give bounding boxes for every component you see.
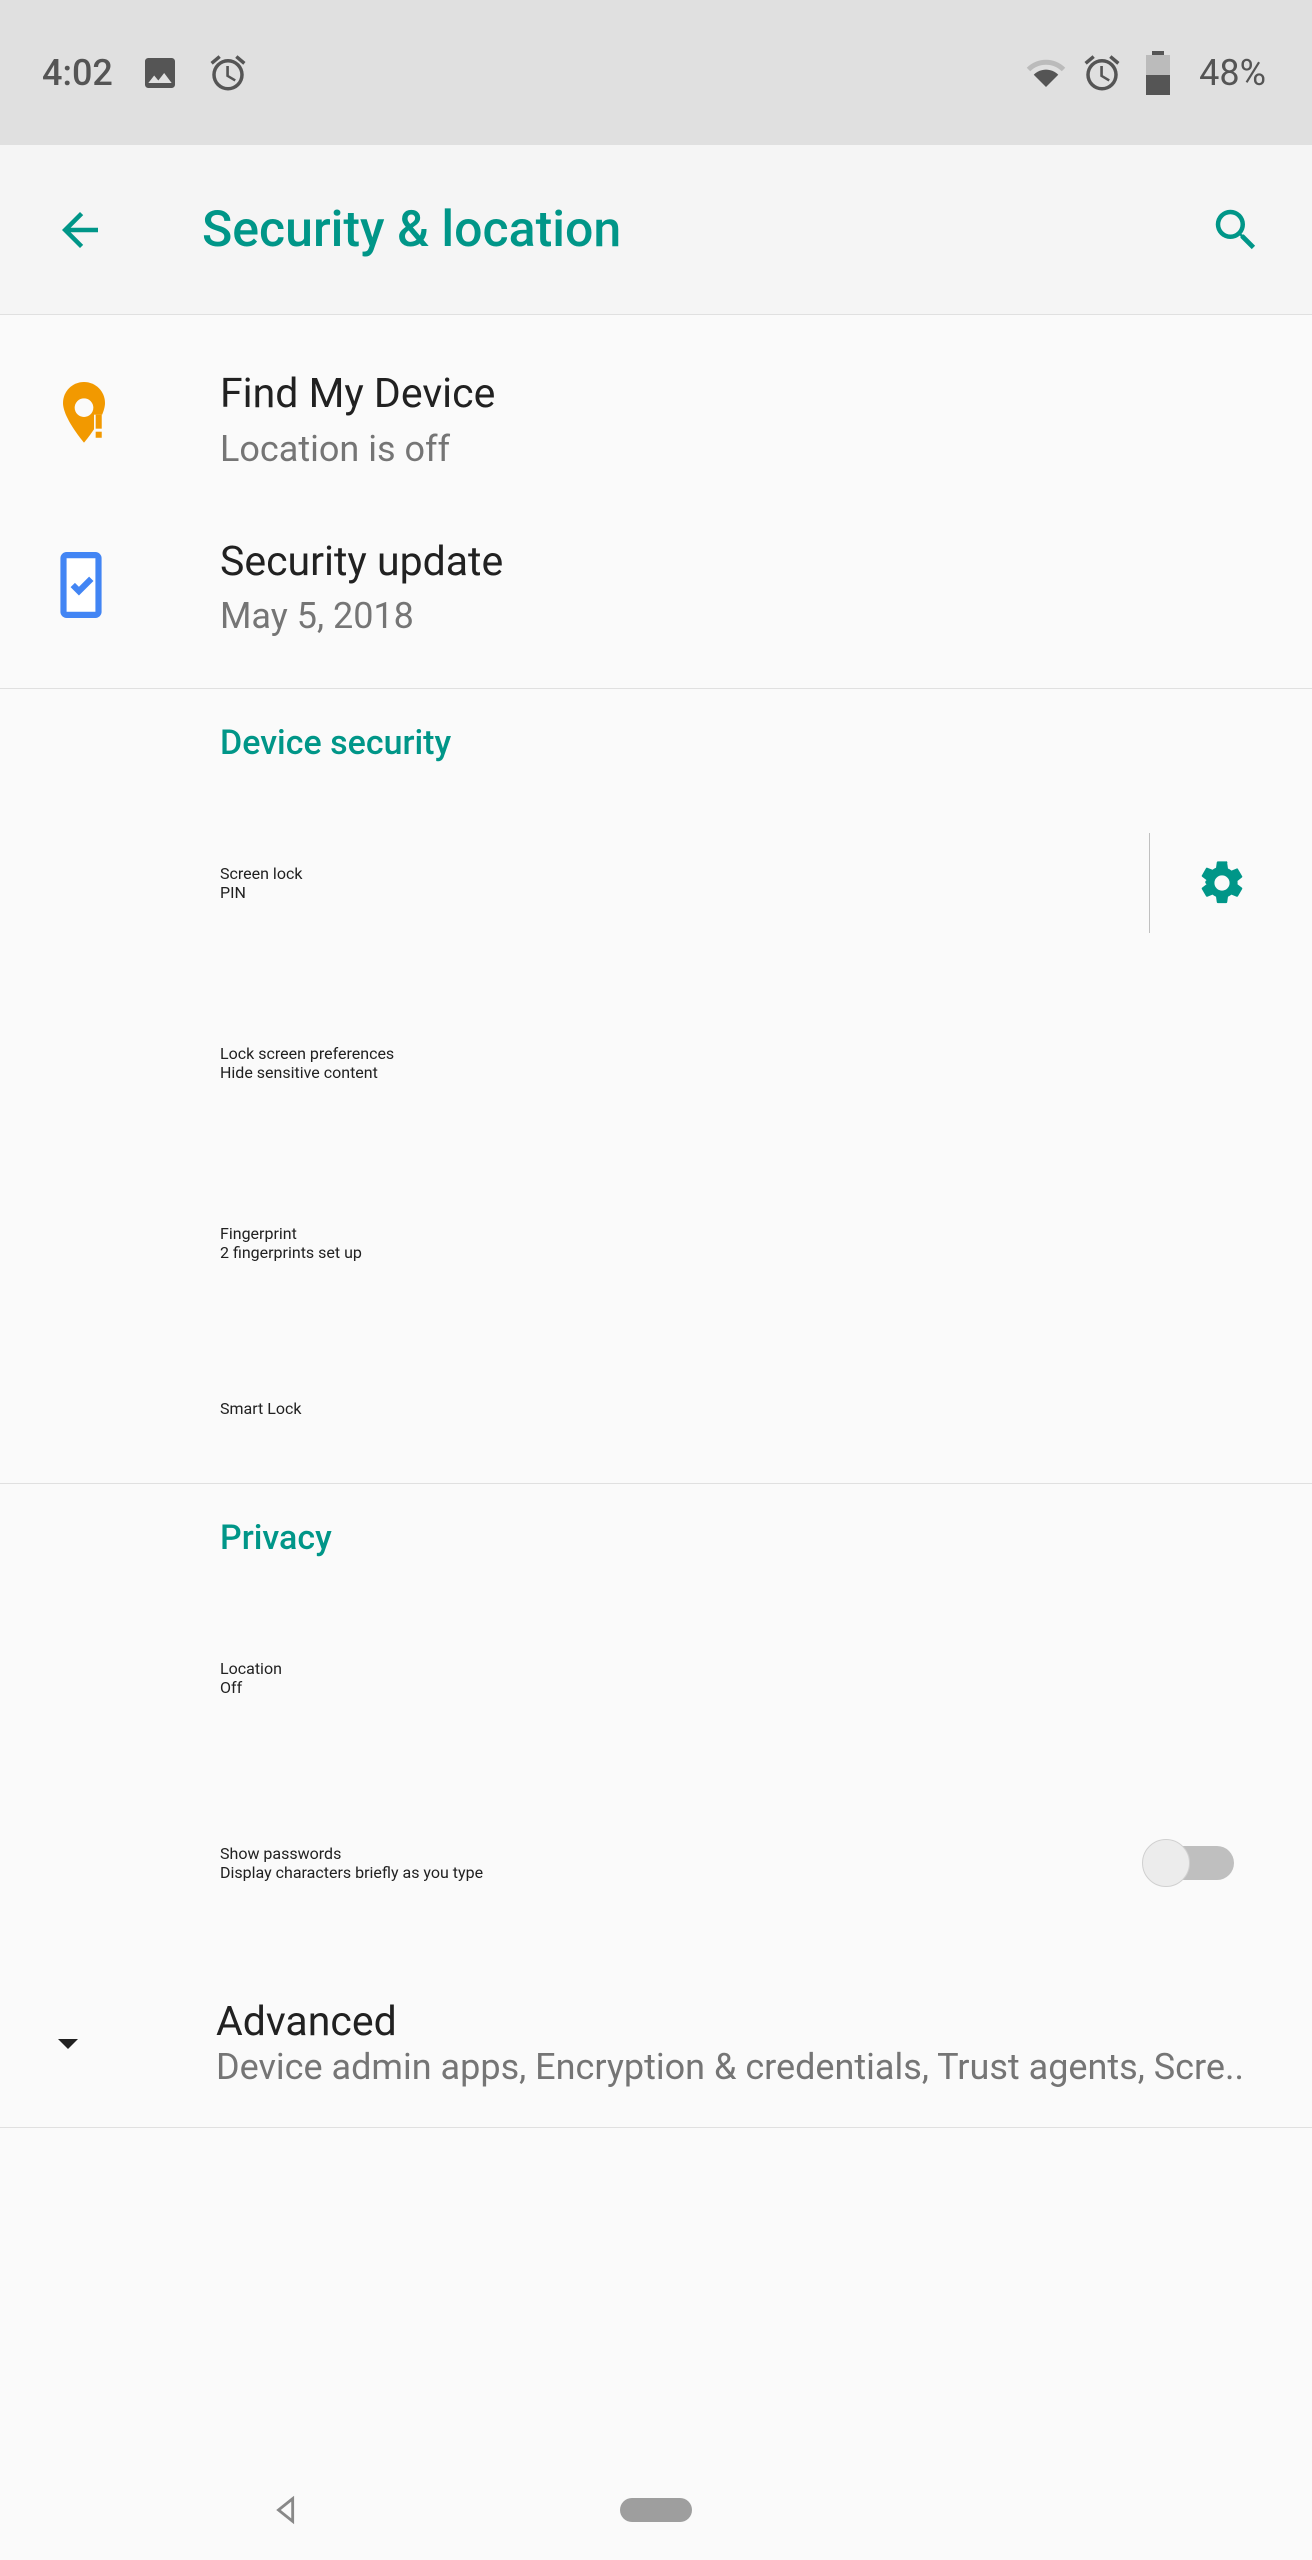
image-icon — [139, 52, 181, 94]
device-security-header: Device security — [0, 689, 1312, 793]
battery-icon — [1137, 52, 1179, 94]
show-passwords-title: Show passwords — [220, 1844, 1142, 1863]
find-my-device-item[interactable]: Find My Device Location is off — [0, 329, 1312, 509]
lock-screen-prefs-title: Lock screen preferences — [220, 1044, 1252, 1063]
search-button[interactable] — [1206, 200, 1266, 260]
lock-screen-prefs-sub: Hide sensitive content — [220, 1063, 1252, 1082]
advanced-sub: Device admin apps, Encryption & credenti… — [216, 2046, 1244, 2088]
advanced-item[interactable]: Advanced Device admin apps, Encryption &… — [0, 1958, 1312, 2128]
smart-lock-item[interactable]: Smart Lock — [0, 1333, 1312, 1483]
security-update-sub: May 5, 2018 — [220, 595, 1252, 637]
location-title: Location — [220, 1659, 1252, 1678]
security-update-item[interactable]: Security update May 5, 2018 — [0, 509, 1312, 689]
page-title: Security & location — [202, 201, 621, 259]
lock-screen-prefs-item[interactable]: Lock screen preferences Hide sensitive c… — [0, 973, 1312, 1153]
show-passwords-sub: Display characters briefly as you type — [220, 1863, 1142, 1882]
wifi-icon — [1025, 52, 1067, 94]
screen-lock-sub: PIN — [220, 883, 1119, 902]
location-pin-alert-icon — [56, 382, 112, 456]
app-bar: Security & location — [0, 145, 1312, 315]
show-passwords-toggle[interactable] — [1142, 1833, 1238, 1893]
smart-lock-title: Smart Lock — [220, 1399, 1252, 1418]
fingerprint-item[interactable]: Fingerprint 2 fingerprints set up — [0, 1153, 1312, 1333]
nav-back-button[interactable] — [264, 2487, 310, 2533]
location-sub: Off — [220, 1678, 1252, 1697]
screen-lock-settings-button[interactable] — [1192, 853, 1252, 913]
security-update-title: Security update — [220, 536, 1252, 589]
screen-lock-item[interactable]: Screen lock PIN — [0, 793, 1312, 973]
alarm-status-icon — [1081, 52, 1123, 94]
screen-lock-title: Screen lock — [220, 864, 1119, 883]
back-button[interactable] — [50, 200, 110, 260]
fingerprint-sub: 2 fingerprints set up — [220, 1243, 1252, 1262]
advanced-title: Advanced — [216, 1998, 1244, 2046]
nav-home-pill[interactable] — [620, 2498, 692, 2522]
phone-check-icon — [56, 550, 106, 624]
find-my-device-sub: Location is off — [220, 428, 1252, 470]
status-bar: 4:02 48% — [0, 0, 1312, 145]
show-passwords-item[interactable]: Show passwords Display characters briefl… — [0, 1768, 1312, 1958]
location-item[interactable]: Location Off — [0, 1588, 1312, 1768]
find-my-device-title: Find My Device — [220, 368, 1252, 421]
privacy-header: Privacy — [0, 1484, 1312, 1588]
navigation-bar — [0, 2460, 1312, 2560]
status-time: 4:02 — [42, 52, 113, 94]
chevron-down-icon — [44, 2019, 104, 2067]
divider — [1149, 833, 1150, 933]
battery-percent: 48% — [1199, 52, 1266, 94]
fingerprint-title: Fingerprint — [220, 1224, 1252, 1243]
settings-list: Find My Device Location is off Security … — [0, 315, 1312, 2128]
alarm-icon — [207, 52, 249, 94]
